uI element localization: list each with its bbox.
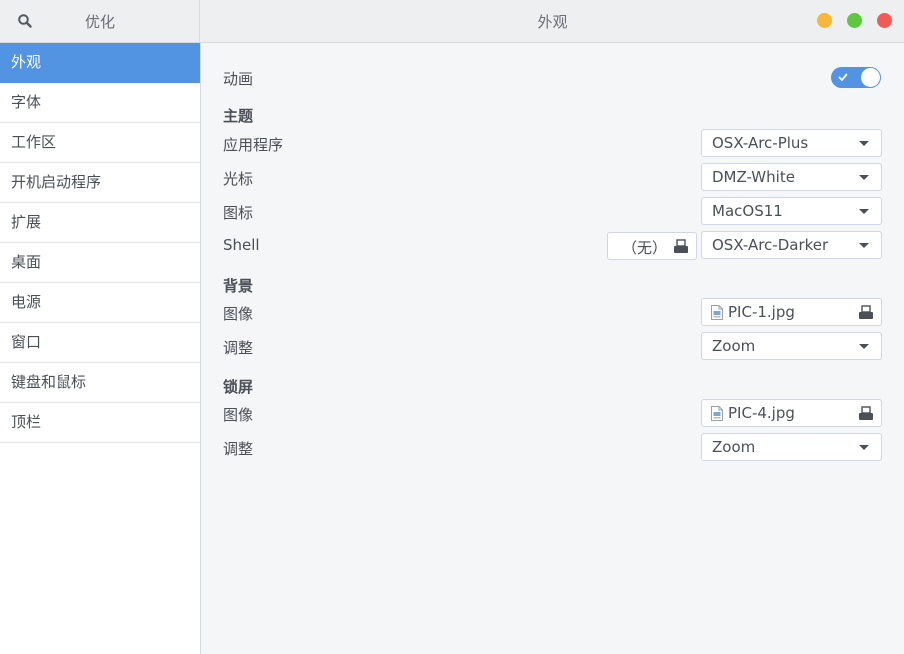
shell-file-none: （无）	[622, 239, 668, 257]
shell-label: Shell	[223, 236, 260, 254]
dropdown-arrow-icon	[859, 445, 869, 450]
sidebar-item-windows[interactable]: 窗口	[0, 323, 200, 363]
lock-screen-image-label: 图像	[223, 406, 254, 424]
sidebar-title: 优化	[84, 13, 115, 31]
lock-screen-adjustment-label: 调整	[223, 440, 254, 458]
sidebar-item-workspaces[interactable]: 工作区	[0, 123, 200, 163]
sidebar-item-keyboard-mouse[interactable]: 键盘和鼠标	[0, 363, 200, 403]
background-adjustment-label: 调整	[223, 339, 254, 357]
background-image-chooser[interactable]: PIC-1.jpg	[701, 298, 882, 326]
lock-screen-heading: 锁屏	[223, 378, 254, 396]
toggle-knob	[861, 68, 880, 87]
sidebar: 外观 字体 工作区 开机启动程序 扩展 桌面 电源 窗口 键盘和鼠标 顶栏	[0, 43, 201, 654]
background-adjustment-dropdown[interactable]: Zoom	[701, 332, 882, 360]
background-adjustment-value: Zoom	[712, 337, 756, 355]
sidebar-item-appearance[interactable]: 外观	[0, 43, 200, 83]
cursor-theme-value: DMZ-White	[712, 168, 795, 186]
close-button[interactable]	[877, 13, 892, 28]
shell-theme-value: OSX-Arc-Darker	[712, 236, 829, 254]
image-file-icon	[711, 305, 723, 320]
applications-theme-dropdown[interactable]: OSX-Arc-Plus	[701, 129, 882, 157]
applications-theme-value: OSX-Arc-Plus	[712, 134, 809, 152]
shell-theme-dropdown[interactable]: OSX-Arc-Darker	[701, 231, 882, 259]
dropdown-arrow-icon	[859, 209, 869, 214]
sidebar-item-fonts[interactable]: 字体	[0, 83, 200, 123]
image-file-icon	[711, 406, 723, 421]
dropdown-arrow-icon	[859, 141, 869, 146]
open-file-icon	[674, 239, 688, 253]
sidebar-item-extensions[interactable]: 扩展	[0, 203, 200, 243]
sidebar-item-startup-apps[interactable]: 开机启动程序	[0, 163, 200, 203]
background-image-filename: PIC-1.jpg	[728, 303, 795, 321]
dropdown-arrow-icon	[859, 344, 869, 349]
lock-screen-image-chooser[interactable]: PIC-4.jpg	[701, 399, 882, 427]
sidebar-item-top-bar[interactable]: 顶栏	[0, 403, 200, 443]
check-icon	[838, 73, 848, 81]
shell-file-chooser[interactable]: （无）	[607, 232, 697, 260]
sidebar-item-power[interactable]: 电源	[0, 283, 200, 323]
animation-toggle[interactable]	[831, 67, 881, 88]
search-button[interactable]	[13, 9, 39, 33]
sidebar-item-desktop[interactable]: 桌面	[0, 243, 200, 283]
minimize-button[interactable]	[817, 13, 832, 28]
themes-heading: 主题	[223, 107, 254, 125]
page-title: 外观	[537, 13, 568, 31]
icons-theme-value: MacOS11	[712, 202, 783, 220]
sidebar-header: 优化	[0, 0, 200, 42]
cursor-theme-dropdown[interactable]: DMZ-White	[701, 163, 882, 191]
icons-label: 图标	[223, 204, 254, 222]
lock-screen-image-filename: PIC-4.jpg	[728, 404, 795, 422]
background-image-label: 图像	[223, 305, 254, 323]
icons-theme-dropdown[interactable]: MacOS11	[701, 197, 882, 225]
maximize-button[interactable]	[847, 13, 862, 28]
animation-label: 动画	[223, 70, 254, 88]
appearance-panel: 动画 主题 应用程序 OSX-Arc-Plus 光标 DMZ-White 图标 …	[201, 43, 904, 654]
dropdown-arrow-icon	[859, 175, 869, 180]
lock-screen-adjustment-value: Zoom	[712, 438, 756, 456]
open-file-icon	[859, 406, 873, 420]
title-bar: 优化 外观	[0, 0, 904, 43]
search-icon	[18, 14, 32, 28]
applications-label: 应用程序	[223, 136, 284, 154]
cursor-label: 光标	[223, 170, 254, 188]
background-heading: 背景	[223, 277, 254, 295]
open-file-icon	[859, 305, 873, 319]
lock-screen-adjustment-dropdown[interactable]: Zoom	[701, 433, 882, 461]
dropdown-arrow-icon	[859, 243, 869, 248]
